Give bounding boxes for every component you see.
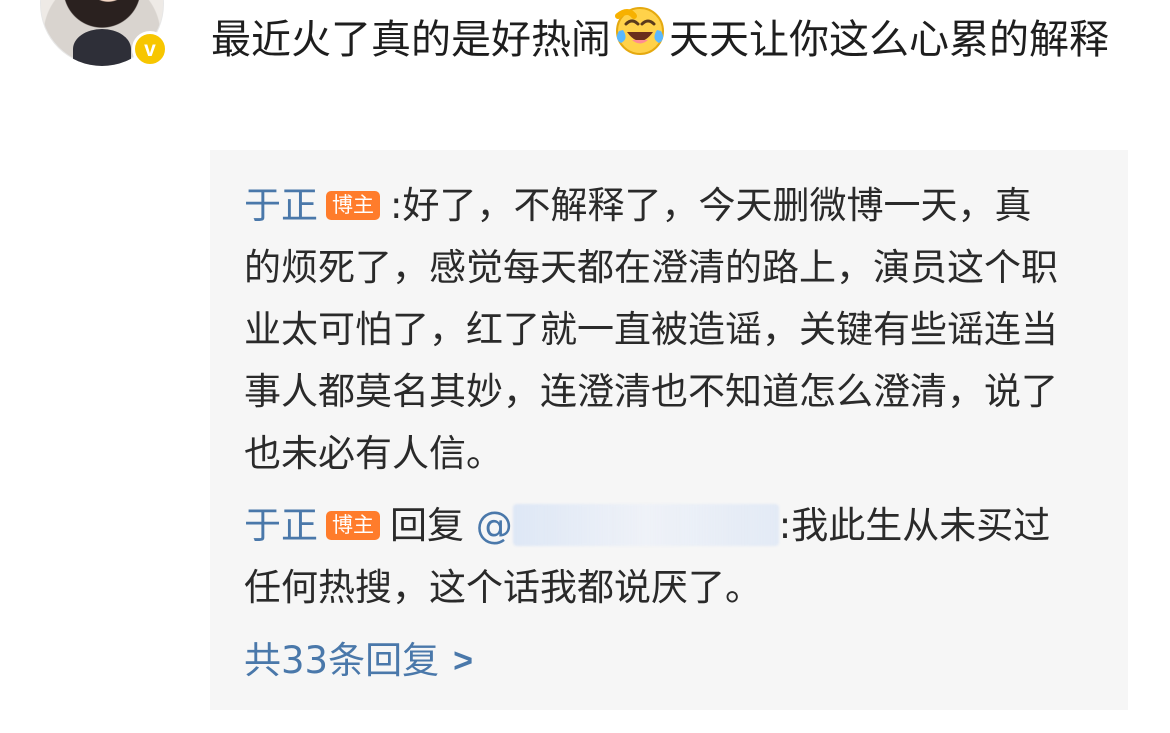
laughing-tears-emoji-icon	[614, 5, 666, 57]
reply-author[interactable]: 于正	[244, 184, 318, 227]
comment-text: 最近火了真的是好热闹 天天让你这么心累的解释	[211, 5, 1131, 71]
reply-item: 于正 博主:好了，不解释了，今天删微博一天，真的烦死了，感觉每天都在澄清的路上，演…	[244, 175, 1064, 485]
blurred-username	[512, 504, 779, 546]
verified-mark: v	[144, 37, 156, 61]
comment-text-part-1: 最近火了真的是好热闹	[211, 17, 611, 63]
comment-text-part-2: 天天让你这么心累的解释	[669, 17, 1109, 63]
verified-icon: v	[132, 31, 168, 67]
view-replies-link[interactable]: 共33条回复 >	[244, 630, 473, 692]
host-badge: 博主	[326, 511, 380, 540]
reply-count-label: 共33条回复	[244, 639, 440, 682]
reply-item: 于正 博主 回复 @:我此生从未买过任何热搜，这个话我都说厌了。	[244, 495, 1064, 619]
reply-author[interactable]: 于正	[244, 504, 318, 547]
user-avatar[interactable]: v	[40, 0, 168, 67]
chevron-right-icon: >	[453, 642, 473, 680]
mention-link[interactable]: @	[476, 504, 779, 547]
host-badge: 博主	[326, 191, 380, 220]
mention-at: @	[475, 504, 513, 547]
reply-separator: :	[778, 504, 792, 547]
reply-text: 好了，不解释了，今天删微博一天，真的烦死了，感觉每天都在澄清的路上，演员这个职业…	[244, 184, 1058, 475]
reply-action: 回复	[390, 504, 464, 547]
reply-separator: :	[390, 184, 403, 227]
reply-panel[interactable]: 于正 博主:好了，不解释了，今天删微博一天，真的烦死了，感觉每天都在澄清的路上，演…	[210, 150, 1128, 710]
